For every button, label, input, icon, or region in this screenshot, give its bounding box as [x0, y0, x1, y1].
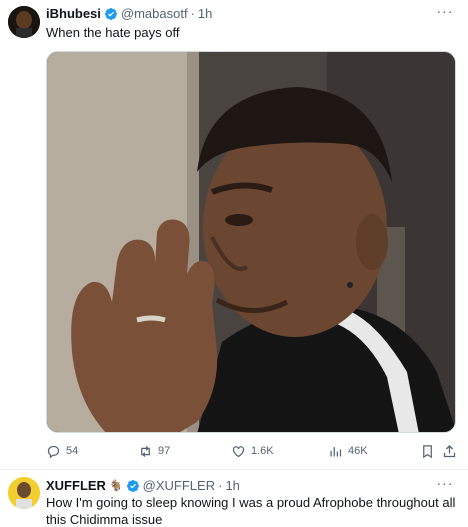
user-avatar[interactable]: [8, 477, 40, 509]
goat-emoji-icon: 🐐: [108, 480, 123, 492]
verified-badge-icon: [104, 7, 117, 20]
heart-icon: [232, 445, 245, 457]
reply-button[interactable]: 54: [46, 442, 78, 460]
verified-badge-icon: [126, 479, 139, 492]
retweet-button[interactable]: 97: [138, 442, 170, 460]
timestamp[interactable]: 1h: [225, 478, 239, 493]
share-icon: [443, 444, 456, 457]
more-options-icon[interactable]: ···: [434, 476, 456, 494]
tweet-actions: 54 97 1.6K 46K: [46, 442, 458, 460]
share-button[interactable]: [442, 442, 462, 460]
tweet-header: XUFFLER 🐐 @XUFFLER · 1h: [46, 478, 240, 493]
like-count: 1.6K: [251, 445, 274, 457]
user-handle[interactable]: @mabasotf: [121, 6, 188, 21]
separator-dot: ·: [190, 6, 195, 21]
retweet-icon: [141, 445, 150, 457]
tweet-media-image[interactable]: [46, 51, 456, 433]
timestamp[interactable]: 1h: [198, 6, 212, 21]
tweet[interactable]: iBhubesi @mabasotf · 1h ··· When the hat…: [0, 0, 468, 470]
like-button[interactable]: 1.6K: [231, 442, 274, 460]
bookmark-icon: [423, 444, 432, 458]
retweet-count: 97: [158, 445, 171, 457]
analytics-icon: [330, 446, 342, 456]
tweet-header: iBhubesi @mabasotf · 1h: [46, 6, 212, 21]
views-count: 46K: [348, 445, 368, 457]
separator-dot: ·: [218, 478, 223, 493]
views-button[interactable]: 46K: [328, 442, 368, 460]
user-handle[interactable]: @XUFFLER: [143, 478, 215, 493]
bookmark-button[interactable]: [420, 442, 440, 460]
tweet[interactable]: XUFFLER 🐐 @XUFFLER · 1h ··· How I'm goin…: [0, 470, 468, 527]
more-options-icon[interactable]: ···: [434, 4, 456, 22]
tweet-text: When the hate pays off: [46, 25, 180, 40]
meme-photo: [47, 52, 455, 432]
display-name[interactable]: XUFFLER: [46, 478, 106, 493]
tweet-text: How I'm going to sleep knowing I was a p…: [46, 495, 456, 527]
reply-icon: [47, 445, 60, 458]
user-avatar[interactable]: [8, 6, 40, 38]
reply-count: 54: [66, 445, 79, 457]
display-name[interactable]: iBhubesi: [46, 6, 101, 21]
